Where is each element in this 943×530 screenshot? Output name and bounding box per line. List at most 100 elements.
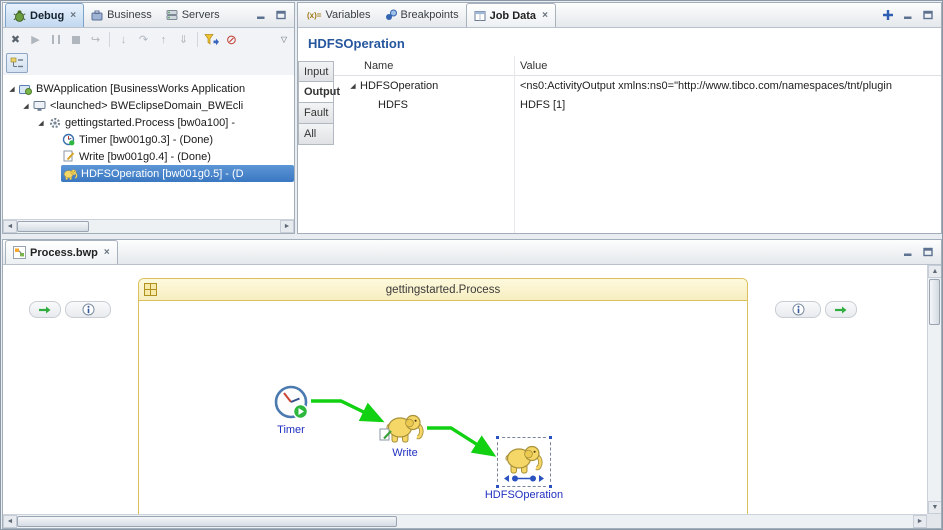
maximize-view-button[interactable] <box>920 8 936 23</box>
scroll-left-icon[interactable]: ◄ <box>3 515 17 528</box>
debug-view-layout-button[interactable] <box>6 53 28 73</box>
tab-job-data[interactable]: Job Data × <box>466 3 556 27</box>
job-data-table: Name Value ◢ HDFSOperation <ns0:Activity… <box>334 56 941 233</box>
canvas-horizontal-scrollbar: ◄ ► <box>3 514 927 528</box>
tab-process-bwp[interactable]: Process.bwp × <box>5 240 118 264</box>
tree-item-launched[interactable]: ◢ <launched> BWEclipseDomain_BWEcli <box>3 97 294 114</box>
tree-item-hdfsoperation[interactable]: HDFSOperation [bw001g0.5] - (D <box>3 165 294 182</box>
process-gear-icon <box>47 116 62 130</box>
collapse-right-button[interactable] <box>825 301 857 318</box>
servers-icon <box>166 9 178 21</box>
process-title: gettingstarted.Process <box>386 284 500 296</box>
minimize-view-button[interactable] <box>900 8 916 23</box>
tree-item-bwapplication[interactable]: ◢ BWApplication [BusinessWorks Applicati… <box>3 80 294 97</box>
info-icon <box>82 303 95 316</box>
scrollbar-thumb[interactable] <box>929 279 940 325</box>
activity-timer[interactable] <box>273 384 309 423</box>
expand-toggle-icon[interactable]: ◢ <box>6 85 18 93</box>
expand-toggle-icon[interactable]: ◢ <box>346 82 360 90</box>
scroll-left-icon[interactable]: ◄ <box>3 220 17 233</box>
tab-input[interactable]: Input <box>298 61 334 82</box>
activity-label: HDFSOperation <box>474 489 574 501</box>
tree-item-label: gettingstarted.Process [bw0a100] - <box>65 117 235 129</box>
row-name: HDFS <box>378 99 408 111</box>
close-icon[interactable]: × <box>542 11 548 21</box>
remove-all-terminated-icon[interactable]: ✖ <box>6 30 25 49</box>
tab-business[interactable]: Business <box>84 3 159 27</box>
minimize-view-button[interactable] <box>253 8 269 23</box>
info-right-button[interactable] <box>775 301 821 318</box>
timer-icon <box>273 384 309 420</box>
step-into-icon[interactable]: ↓ <box>114 30 133 49</box>
selection-handle[interactable] <box>548 435 553 440</box>
tree-item-write[interactable]: Write [bw001g0.4] - (Done) <box>3 148 294 165</box>
job-data-icon <box>474 10 486 22</box>
step-return-icon[interactable]: ↑ <box>154 30 173 49</box>
scroll-right-icon[interactable]: ► <box>280 220 294 233</box>
step-filters-icon[interactable] <box>202 30 221 49</box>
scrollbar-track[interactable] <box>397 515 913 528</box>
process-file-icon <box>13 246 26 259</box>
minimize-view-button[interactable] <box>900 245 916 260</box>
terminate-all-icon[interactable]: ⊘ <box>222 30 241 49</box>
terminate-icon[interactable] <box>66 30 85 49</box>
close-icon[interactable]: × <box>104 248 110 258</box>
process-scope-container[interactable]: gettingstarted.Process <box>138 278 748 528</box>
process-editor-panel: Process.bwp × gettingstarted.Process <box>2 239 942 529</box>
close-icon[interactable]: × <box>70 11 76 21</box>
process-canvas[interactable]: gettingstarted.Process <box>3 265 941 528</box>
direction-tabs: Input Output Fault All <box>298 61 334 145</box>
disconnect-icon[interactable]: ↪ <box>86 30 105 49</box>
tab-breakpoints[interactable]: Breakpoints <box>378 3 466 27</box>
resume-icon[interactable]: ▶ <box>26 30 45 49</box>
activity-label: Timer <box>261 424 321 436</box>
expand-toggle-icon[interactable]: ◢ <box>35 119 47 127</box>
tab-fault[interactable]: Fault <box>298 103 334 124</box>
activity-hdfsoperation[interactable] <box>504 442 544 477</box>
debug-launch-tree: ◢ BWApplication [BusinessWorks Applicati… <box>3 75 294 219</box>
scroll-right-icon[interactable]: ► <box>913 515 927 528</box>
tab-label: Breakpoints <box>401 9 459 21</box>
tree-item-label: Write [bw001g0.4] - (Done) <box>79 151 211 163</box>
write-activity-icon <box>61 150 76 164</box>
timer-activity-icon <box>61 133 76 147</box>
tab-label: Debug <box>30 10 64 22</box>
suspend-icon[interactable] <box>46 30 65 49</box>
column-header-name[interactable]: Name <box>334 60 514 72</box>
canvas-vertical-scrollbar: ▲ ▼ <box>927 265 941 514</box>
scrollbar-track[interactable] <box>928 326 941 501</box>
activity-write[interactable] <box>385 411 425 446</box>
scrollbar-thumb[interactable] <box>17 516 397 527</box>
step-over-icon[interactable]: ↷ <box>134 30 153 49</box>
scrollbar-corner <box>927 514 941 528</box>
expand-toggle-icon[interactable]: ◢ <box>20 102 32 110</box>
view-menu-icon[interactable]: ▽ <box>277 35 291 44</box>
tab-all[interactable]: All <box>298 124 334 145</box>
table-row[interactable]: HDFS HDFS [1] <box>334 95 941 114</box>
connection-handle-icon[interactable] <box>504 473 544 484</box>
tab-variables[interactable]: (x)= Variables <box>300 3 378 27</box>
table-row[interactable]: ◢ HDFSOperation <ns0:ActivityOutput xmln… <box>334 76 941 95</box>
column-divider <box>514 56 515 233</box>
scroll-up-icon[interactable]: ▲ <box>928 265 941 278</box>
collapse-left-button[interactable] <box>29 301 61 318</box>
selection-handle[interactable] <box>495 435 500 440</box>
info-left-button[interactable] <box>65 301 111 318</box>
bw-application-icon <box>18 82 33 96</box>
process-scope-header[interactable]: gettingstarted.Process <box>139 279 747 301</box>
maximize-view-button[interactable] <box>920 245 936 260</box>
debug-view-panel: Debug × Business Servers ✖ ▶ ↪ ↓ <box>2 2 295 234</box>
drop-to-frame-icon[interactable]: ⇓ <box>174 30 193 49</box>
scroll-down-icon[interactable]: ▼ <box>928 501 941 514</box>
tree-item-timer[interactable]: Timer [bw001g0.3] - (Done) <box>3 131 294 148</box>
scrollbar-thumb[interactable] <box>17 221 89 232</box>
add-view-button[interactable] <box>880 8 896 23</box>
tab-debug[interactable]: Debug × <box>5 3 84 27</box>
tree-item-label: <launched> BWEclipseDomain_BWEcli <box>50 100 243 112</box>
tree-item-process[interactable]: ◢ gettingstarted.Process [bw0a100] - <box>3 114 294 131</box>
scrollbar-track[interactable] <box>89 220 280 233</box>
tab-servers[interactable]: Servers <box>159 3 227 27</box>
tab-output[interactable]: Output <box>298 82 334 103</box>
column-header-value[interactable]: Value <box>514 60 941 72</box>
maximize-view-button[interactable] <box>273 8 289 23</box>
